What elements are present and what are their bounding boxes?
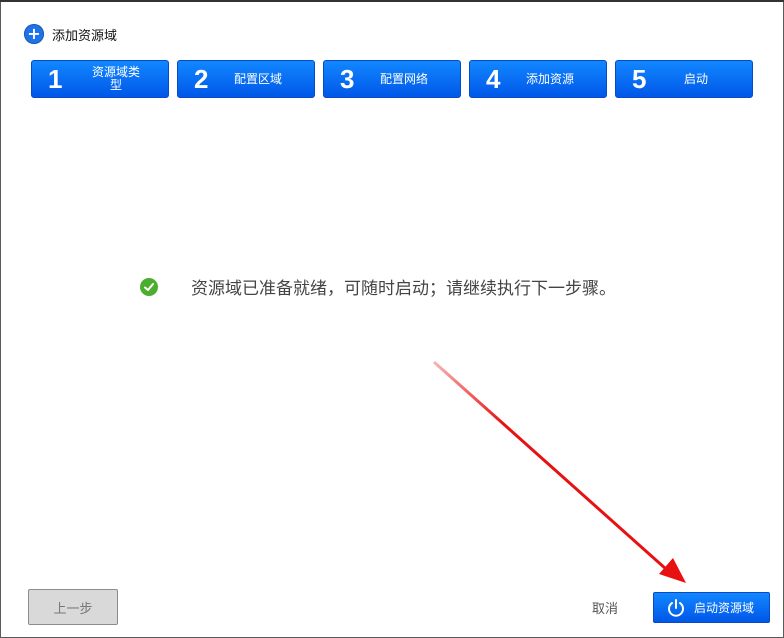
step-2[interactable]: 2 配置区域	[177, 60, 315, 98]
step-number: 5	[632, 63, 647, 94]
step-label: 添加资源	[525, 71, 574, 86]
dialog-header: + 添加资源域	[24, 24, 117, 44]
previous-button[interactable]: 上一步	[28, 589, 118, 625]
power-icon	[668, 598, 684, 617]
step-number: 2	[194, 63, 209, 94]
start-button-label: 启动资源域	[694, 601, 755, 615]
step-number: 3	[340, 63, 355, 94]
step-4[interactable]: 4 添加资源	[469, 60, 607, 98]
wizard-steps: 1 资源域类型 2 配置区域 3 配置网络 4 添加资源 5 启动	[31, 60, 753, 98]
start-resource-domain-button[interactable]: 启动资源域	[653, 592, 770, 623]
step-3[interactable]: 3 配置网络	[323, 60, 461, 98]
step-label: 资源域类型	[92, 65, 141, 92]
step-label: 启动	[683, 71, 708, 86]
check-circle-icon	[140, 277, 158, 296]
step-number: 4	[486, 63, 501, 94]
step-5[interactable]: 5 启动	[615, 60, 753, 98]
plus-circle-icon: +	[24, 24, 44, 44]
ready-message-text: 资源域已准备就绪，可随时启动；请继续执行下一步骤。	[191, 279, 616, 299]
step-number: 1	[48, 63, 63, 94]
ready-message: 资源域已准备就绪，可随时启动；请继续执行下一步骤。	[140, 274, 616, 299]
dialog-title: 添加资源域	[52, 28, 118, 44]
step-label: 配置网络	[379, 71, 428, 86]
step-1[interactable]: 1 资源域类型	[31, 60, 169, 98]
window-top-border	[0, 0, 784, 2]
step-label: 配置区域	[233, 71, 282, 86]
cancel-button[interactable]: 取消	[592, 598, 618, 617]
